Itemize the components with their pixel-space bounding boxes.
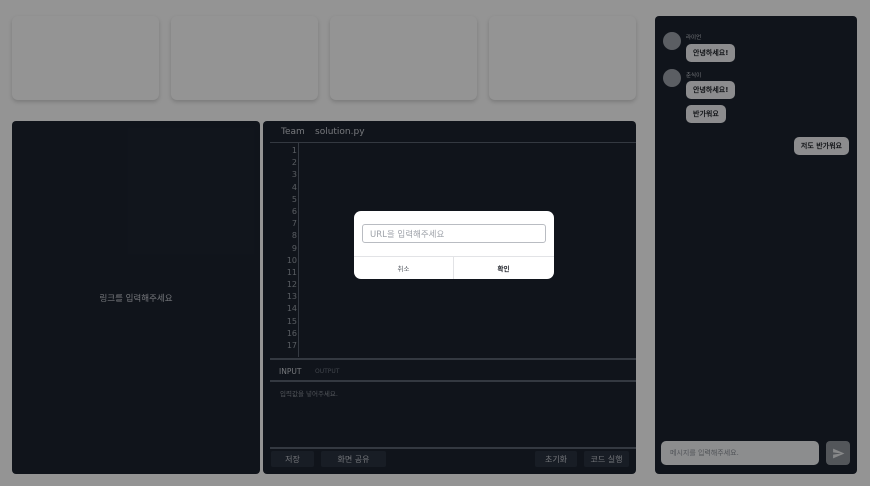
cancel-button[interactable]: 취소	[354, 257, 453, 279]
url-placeholder: URL을 입력해주세요	[370, 229, 445, 240]
url-input[interactable]: URL을 입력해주세요	[362, 224, 546, 243]
app-root: 링크를 입력해주세요 Team solution.py 1 2 3 4 5 6 7 8 9 10 1…	[0, 0, 870, 486]
confirm-button[interactable]: 확인	[454, 257, 553, 279]
url-modal: URL을 입력해주세요 취소 확인	[354, 211, 554, 279]
